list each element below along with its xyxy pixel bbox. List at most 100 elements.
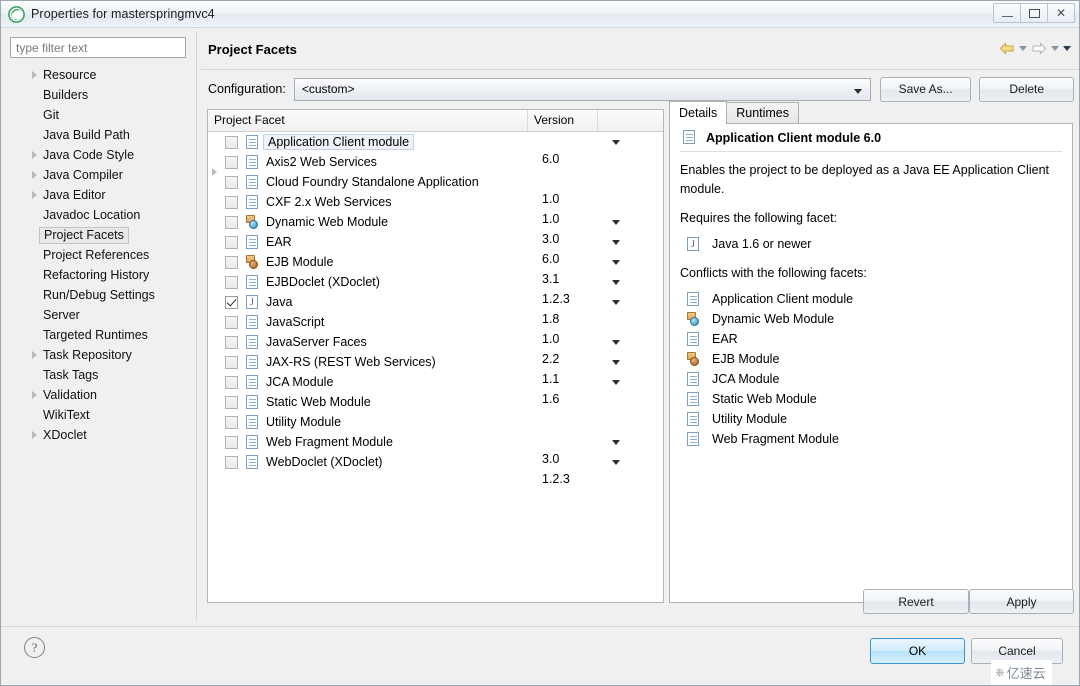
facet-checkbox[interactable] (225, 355, 238, 369)
filter-input[interactable]: type filter text (10, 37, 186, 58)
chevron-right-icon[interactable] (32, 391, 37, 399)
table-row[interactable]: Cloud Foundry Standalone Application 1.0 (208, 172, 663, 206)
properties-dialog: Properties for masterspringmvc4 ✕ type f… (0, 0, 1080, 686)
version-chevron-down-icon[interactable] (612, 220, 620, 225)
tab-details[interactable]: Details (669, 101, 728, 124)
chevron-right-icon[interactable] (32, 431, 37, 439)
table-row[interactable]: EJBDoclet (XDoclet) 1.2.3 (208, 272, 663, 306)
back-history-chevron-down-icon[interactable] (1019, 46, 1027, 51)
version-chevron-down-icon[interactable] (612, 460, 620, 465)
facet-checkbox[interactable] (225, 235, 238, 249)
version-chevron-down-icon[interactable] (612, 240, 620, 245)
facet-checkbox[interactable] (225, 275, 238, 289)
facet-name: Web Fragment Module (266, 435, 393, 449)
sidebar-item-validation[interactable]: Validation (10, 385, 192, 405)
sidebar-item-targeted-runtimes[interactable]: Targeted Runtimes (10, 325, 192, 345)
web-module-icon (245, 214, 260, 230)
facet-checkbox[interactable] (225, 135, 238, 149)
version-chevron-down-icon[interactable] (612, 440, 620, 445)
table-row[interactable]: J Java 1.8 (208, 292, 663, 326)
table-row[interactable]: EJB Module 3.1 (208, 252, 663, 286)
table-row[interactable]: Axis2 Web Services (208, 152, 663, 176)
close-button[interactable]: ✕ (1047, 3, 1075, 23)
delete-button[interactable]: Delete (979, 76, 1074, 102)
version-chevron-down-icon[interactable] (612, 340, 620, 345)
chevron-right-icon[interactable] (32, 71, 37, 79)
sidebar-item-git[interactable]: Git (10, 105, 192, 125)
help-icon[interactable]: ? (24, 637, 45, 658)
sidebar-item-run-debug-settings[interactable]: Run/Debug Settings (10, 285, 192, 305)
table-row[interactable]: Web Fragment Module 3.0 (208, 432, 663, 466)
table-row[interactable]: Utility Module (208, 412, 663, 432)
sidebar-item-java-code-style[interactable]: Java Code Style (10, 145, 192, 165)
table-row[interactable]: JCA Module 1.6 (208, 372, 663, 406)
save-as-button[interactable]: Save As... (879, 76, 972, 102)
facet-checkbox[interactable] (225, 395, 238, 409)
list-item-label: JCA Module (712, 372, 780, 386)
sidebar-item-wikitext[interactable]: WikiText (10, 405, 192, 425)
version-chevron-down-icon[interactable] (612, 360, 620, 365)
maximize-button[interactable] (1020, 3, 1048, 23)
column-header-extra[interactable] (598, 110, 663, 131)
column-header-facet[interactable]: Project Facet (208, 110, 528, 131)
apply-button[interactable]: Apply (969, 589, 1074, 614)
configuration-select[interactable]: <custom> (293, 77, 871, 101)
tab-runtimes[interactable]: Runtimes (726, 102, 800, 124)
table-row[interactable]: CXF 2.x Web Services 1.0 (208, 192, 663, 226)
sidebar-item-task-tags[interactable]: Task Tags (10, 365, 192, 385)
version-chevron-down-icon[interactable] (612, 140, 620, 145)
sidebar-item-java-compiler[interactable]: Java Compiler (10, 165, 192, 185)
sidebar-item-refactoring-history[interactable]: Refactoring History (10, 265, 192, 285)
minimize-button[interactable] (993, 3, 1021, 23)
ok-button[interactable]: OK (870, 638, 965, 664)
version-chevron-down-icon[interactable] (612, 300, 620, 305)
facet-checkbox[interactable] (225, 315, 238, 329)
chevron-right-icon[interactable] (32, 171, 37, 179)
facet-checkbox[interactable] (225, 255, 238, 269)
facet-checkbox[interactable] (225, 155, 238, 169)
chevron-right-icon[interactable] (32, 351, 37, 359)
table-row[interactable]: Application Client module 6.0 (208, 132, 663, 166)
facet-checkbox[interactable] (225, 295, 238, 309)
facet-checkbox[interactable] (225, 415, 238, 429)
sidebar-item-task-repository[interactable]: Task Repository (10, 345, 192, 365)
table-row[interactable]: EAR 6.0 (208, 232, 663, 266)
column-header-version[interactable]: Version (528, 110, 598, 131)
version-chevron-down-icon[interactable] (612, 260, 620, 265)
version-chevron-down-icon[interactable] (612, 380, 620, 385)
doc-icon (245, 274, 260, 290)
facet-checkbox[interactable] (225, 335, 238, 349)
facet-checkbox[interactable] (225, 435, 238, 449)
sidebar-item-xdoclet[interactable]: XDoclet (10, 425, 192, 445)
table-row[interactable]: WebDoclet (XDoclet) 1.2.3 (208, 452, 663, 486)
table-row[interactable]: Dynamic Web Module 3.0 (208, 212, 663, 246)
sidebar-item-label: Java Build Path (43, 128, 130, 142)
facet-checkbox[interactable] (225, 375, 238, 389)
table-row[interactable]: JAX-RS (REST Web Services) 1.1 (208, 352, 663, 386)
back-arrow-icon[interactable] (999, 42, 1015, 55)
chevron-right-icon[interactable] (32, 191, 37, 199)
forward-arrow-icon[interactable] (1031, 42, 1047, 55)
view-menu-chevron-down-icon[interactable] (1063, 46, 1071, 51)
sidebar-item-server[interactable]: Server (10, 305, 192, 325)
sidebar-item-builders[interactable]: Builders (10, 85, 192, 105)
table-row[interactable]: JavaScript 1.0 (208, 312, 663, 346)
sidebar-item-resource[interactable]: Resource (10, 65, 192, 85)
sidebar-item-java-build-path[interactable]: Java Build Path (10, 125, 192, 145)
doc-icon (245, 454, 260, 470)
table-row[interactable]: JavaServer Faces 2.2 (208, 332, 663, 366)
facet-checkbox[interactable] (225, 455, 238, 469)
facet-checkbox[interactable] (225, 195, 238, 209)
forward-history-chevron-down-icon[interactable] (1051, 46, 1059, 51)
sidebar-item-java-editor[interactable]: Java Editor (10, 185, 192, 205)
facet-checkbox[interactable] (225, 175, 238, 189)
revert-button[interactable]: Revert (863, 589, 969, 614)
table-row[interactable]: Static Web Module (208, 392, 663, 412)
version-chevron-down-icon[interactable] (612, 280, 620, 285)
facet-checkbox[interactable] (225, 215, 238, 229)
facet-name: EJBDoclet (XDoclet) (266, 275, 380, 289)
sidebar-item-project-facets[interactable]: Project Facets (10, 225, 192, 245)
chevron-right-icon[interactable] (32, 151, 37, 159)
sidebar-item-project-references[interactable]: Project References (10, 245, 192, 265)
sidebar-item-javadoc-location[interactable]: Javadoc Location (10, 205, 192, 225)
